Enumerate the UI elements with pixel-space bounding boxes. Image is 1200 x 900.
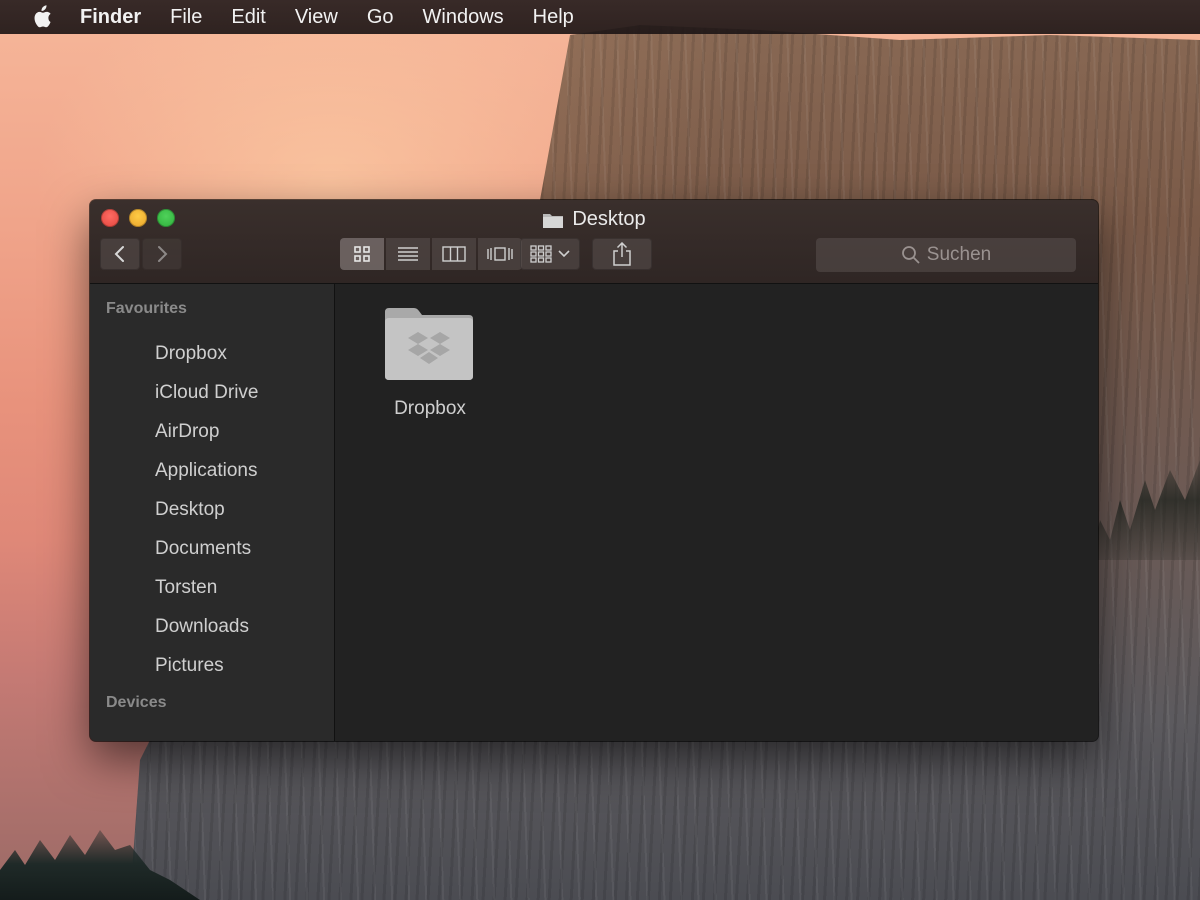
sidebar-item-dropbox[interactable]: Dropbox (90, 334, 334, 373)
menu-bar: Finder File Edit View Go Windows Help (0, 0, 1200, 34)
list-view-button[interactable] (386, 238, 430, 270)
file-browser-content[interactable]: Dropbox (335, 284, 1098, 741)
file-label: Dropbox (394, 398, 466, 419)
menu-help[interactable]: Help (533, 6, 574, 29)
sidebar-item-airdrop[interactable]: AirDrop (90, 412, 334, 451)
grid-arrange-icon (530, 245, 552, 263)
back-button[interactable] (100, 238, 140, 270)
search-input[interactable]: Suchen (816, 238, 1076, 272)
folder-icon (542, 211, 564, 229)
sidebar: Favourites Dropbox iCloud Drive AirDrop … (90, 284, 335, 741)
icon-view-icon (354, 246, 370, 262)
share-button[interactable] (592, 238, 652, 270)
menu-windows[interactable]: Windows (423, 6, 504, 29)
sidebar-item-documents[interactable]: Documents (90, 529, 334, 568)
chevron-left-icon (114, 246, 124, 262)
sidebar-item-pictures[interactable]: Pictures (90, 646, 334, 685)
menu-go[interactable]: Go (367, 6, 394, 29)
icon-view-button[interactable] (340, 238, 384, 270)
window-title: Desktop (90, 208, 1098, 231)
sidebar-item-torsten[interactable]: Torsten (90, 568, 334, 607)
dropbox-folder-icon (385, 308, 473, 380)
chevron-down-icon (558, 250, 570, 258)
search-icon (901, 246, 920, 264)
menu-file[interactable]: File (170, 6, 202, 29)
menu-finder[interactable]: Finder (80, 6, 141, 29)
sidebar-heading-favourites: Favourites (106, 300, 187, 317)
search-placeholder: Suchen (926, 244, 992, 265)
window-titlebar[interactable]: Desktop Suchen (90, 200, 1098, 284)
share-icon (613, 242, 631, 266)
chevron-right-icon (158, 246, 168, 262)
column-view-icon (442, 246, 466, 262)
apple-logo-icon[interactable] (30, 5, 52, 29)
cover-flow-view-button[interactable] (478, 238, 522, 270)
column-view-button[interactable] (432, 238, 476, 270)
sidebar-item-downloads[interactable]: Downloads (90, 607, 334, 646)
file-item-dropbox[interactable]: Dropbox (375, 306, 485, 420)
view-mode-switcher (340, 238, 522, 270)
menu-edit[interactable]: Edit (231, 6, 265, 29)
arrange-button[interactable] (520, 238, 580, 270)
window-title-text: Desktop (572, 208, 646, 230)
finder-window: Desktop Suchen Favourites Dropbox iCloud… (90, 200, 1098, 741)
list-view-icon (398, 247, 418, 261)
sidebar-item-applications[interactable]: Applications (90, 451, 334, 490)
sidebar-item-desktop[interactable]: Desktop (90, 490, 334, 529)
forward-button[interactable] (142, 238, 182, 270)
sidebar-favourites-list: Dropbox iCloud Drive AirDrop Application… (90, 334, 334, 685)
menu-view[interactable]: View (295, 6, 338, 29)
sidebar-item-icloud-drive[interactable]: iCloud Drive (90, 373, 334, 412)
sidebar-heading-devices: Devices (106, 694, 167, 711)
cover-flow-icon (487, 247, 513, 261)
